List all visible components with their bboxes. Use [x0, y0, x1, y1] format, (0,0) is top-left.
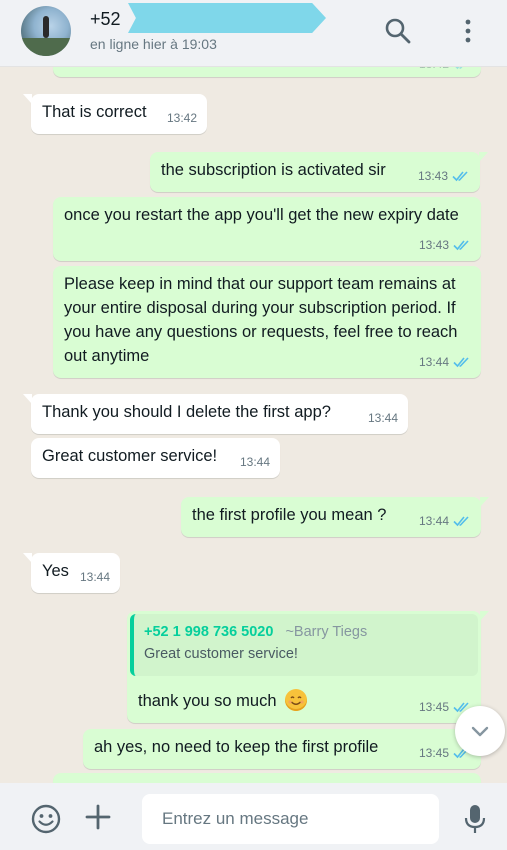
message-bubble-incoming[interactable]: Yes 13:44: [23, 553, 120, 593]
message-bubble-incoming[interactable]: That is correct 13:42: [23, 94, 207, 134]
avatar-ground: [21, 38, 71, 56]
quoted-sender-phone: +52 1 998 736 5020: [144, 624, 274, 640]
message-time: 13:44: [79, 570, 110, 584]
avatar-figure: [43, 16, 49, 38]
quoted-sender-name: ~Barry Tiegs: [285, 624, 368, 640]
bubble-tail: [480, 497, 489, 507]
emoji-icon[interactable]: [30, 803, 62, 835]
message-text: ah yes, no need to keep the first profil…: [94, 738, 379, 756]
contact-avatar[interactable]: [21, 6, 71, 56]
contact-status: en ligne hier à 19:03: [90, 36, 217, 52]
message-list[interactable]: 13:42 That is correct 13:42 the subscrip…: [0, 67, 507, 783]
bubble-tail: [479, 152, 488, 162]
bubble-tail: [23, 394, 32, 404]
message-bubble-outgoing[interactable]: Please keep in mind that our support tea…: [53, 266, 481, 378]
contact-name[interactable]: +52: [90, 9, 121, 30]
message-text: thank you so much: [138, 692, 277, 710]
mic-icon[interactable]: [462, 803, 488, 835]
plus-icon[interactable]: [84, 803, 112, 831]
message-time: 13:44: [419, 350, 471, 374]
message-bubble-outgoing[interactable]: 13:42: [53, 67, 481, 77]
scroll-to-bottom-button[interactable]: [455, 706, 505, 756]
message-input[interactable]: [142, 794, 439, 844]
redaction-overlay: [128, 3, 326, 33]
message-time: 13:43: [419, 233, 471, 257]
quoted-message[interactable]: +52 1 998 736 5020 ~Barry Tiegs Great cu…: [130, 614, 478, 676]
message-text: Great customer service!: [42, 447, 218, 465]
bubble-tail: [480, 611, 489, 621]
message-time: 13:42: [419, 67, 471, 76]
read-receipt-icon: [453, 240, 469, 251]
read-receipt-icon: [453, 516, 469, 527]
message-composer: [0, 783, 507, 850]
read-receipt-icon: [452, 171, 468, 182]
message-time: 13:44: [419, 509, 471, 533]
message-time: 13:42: [166, 111, 197, 125]
read-receipt-icon: [455, 67, 463, 70]
message-bubble-outgoing[interactable]: the subscription is activated sir 13:43: [150, 152, 488, 192]
message-time: 13:44: [367, 411, 398, 425]
bubble-tail: [23, 94, 32, 104]
message-text: Yes: [42, 562, 69, 580]
message-text: Thank you should I delete the first app?: [42, 403, 331, 421]
message-text: Please keep in mind that our support tea…: [64, 275, 458, 365]
chat-header: +52 en ligne hier à 19:03: [0, 0, 507, 67]
message-text: once you restart the app you'll get the …: [64, 206, 459, 224]
menu-icon[interactable]: [453, 16, 483, 46]
message-bubble-outgoing[interactable]: once you restart the app you'll get the …: [53, 197, 481, 261]
quoted-text: Great customer service!: [144, 646, 298, 662]
chevron-down-icon: [471, 726, 489, 737]
message-time: 13:43: [418, 164, 470, 188]
message-bubble-outgoing[interactable]: [53, 773, 481, 783]
read-receipt-icon: [453, 357, 469, 368]
message-text: the first profile you mean ?: [192, 506, 387, 524]
message-time: 13:44: [239, 455, 270, 469]
message-bubble-incoming[interactable]: Thank you should I delete the first app?…: [23, 394, 408, 434]
smiling-face-emoji: [285, 689, 308, 711]
message-bubble-incoming[interactable]: Great customer service! 13:44: [31, 438, 280, 478]
message-text: That is correct: [42, 103, 147, 121]
message-text: the subscription is activated sir: [161, 161, 386, 179]
bubble-tail: [23, 553, 32, 563]
message-bubble-outgoing[interactable]: the first profile you mean ? 13:44: [181, 497, 489, 537]
message-bubble-outgoing[interactable]: ah yes, no need to keep the first profil…: [83, 729, 481, 769]
message-bubble-outgoing[interactable]: +52 1 998 736 5020 ~Barry Tiegs Great cu…: [127, 611, 489, 723]
search-icon[interactable]: [383, 16, 413, 46]
